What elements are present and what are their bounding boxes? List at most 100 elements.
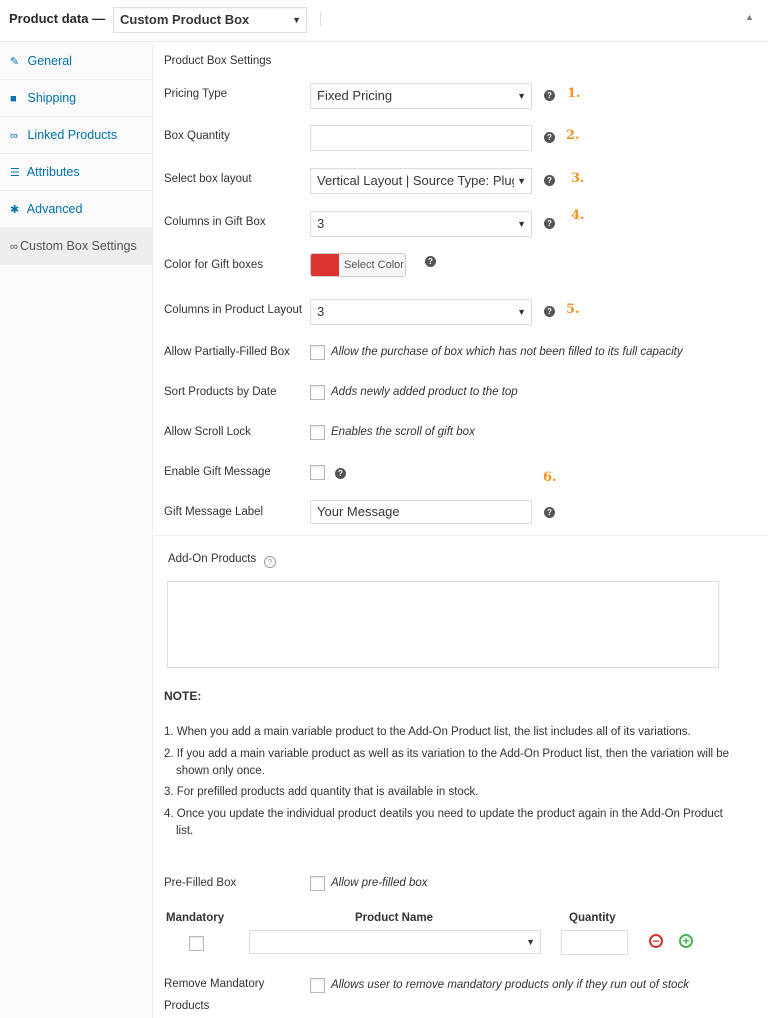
tab-label: General bbox=[27, 54, 72, 68]
product-columns-label: Columns in Product Layout bbox=[164, 304, 303, 316]
product-name-column-header: Product Name bbox=[355, 912, 433, 924]
add-row-icon[interactable]: + bbox=[679, 934, 693, 948]
box-layout-select[interactable]: Vertical Layout | Source Type: Plug ▼ bbox=[310, 168, 532, 194]
pricing-type-value: Fixed Pricing bbox=[317, 88, 393, 103]
quantity-input[interactable] bbox=[561, 930, 628, 955]
box-quantity-input[interactable] bbox=[310, 125, 532, 151]
product-columns-select[interactable]: 3 ▼ bbox=[310, 299, 532, 325]
help-icon[interactable]: ? bbox=[264, 556, 276, 568]
note-item: 2. If you add a main variable product as… bbox=[164, 748, 730, 760]
help-icon[interactable]: ? bbox=[335, 468, 346, 479]
color-swatch bbox=[311, 254, 339, 276]
divider bbox=[154, 535, 768, 536]
chevron-down-icon: ▼ bbox=[517, 219, 526, 229]
marker-4: 4. bbox=[571, 208, 585, 223]
select-color-button[interactable]: Select Color bbox=[310, 253, 406, 277]
chevron-down-icon: ▼ bbox=[517, 307, 526, 317]
product-columns-value: 3 bbox=[317, 304, 325, 319]
prefilled-label: Pre-Filled Box bbox=[164, 877, 237, 889]
marker-5: 5. bbox=[566, 302, 580, 317]
scroll-lock-checkbox[interactable] bbox=[310, 425, 325, 440]
link-icon: ∞ bbox=[10, 241, 18, 253]
tab-advanced[interactable]: ✱ Advanced bbox=[0, 191, 153, 228]
scroll-lock-label: Allow Scroll Lock bbox=[164, 426, 251, 438]
box-layout-value: Vertical Layout | Source Type: Plug bbox=[317, 173, 519, 188]
note-title: NOTE: bbox=[164, 689, 202, 703]
tab-shipping[interactable]: ■ Shipping bbox=[0, 80, 153, 117]
link-icon: ∞ bbox=[10, 130, 18, 142]
sort-date-checkbox[interactable] bbox=[310, 385, 325, 400]
gift-columns-label: Columns in Gift Box bbox=[164, 216, 266, 228]
gear-icon: ✱ bbox=[10, 204, 20, 216]
gift-message-label-label: Gift Message Label bbox=[164, 506, 264, 518]
gift-message-label: Enable Gift Message bbox=[164, 466, 271, 478]
product-data-title: Product data — bbox=[9, 11, 106, 26]
marker-3: 3. bbox=[571, 171, 585, 186]
note-item: 3. For prefilled products add quantity t… bbox=[164, 786, 479, 798]
wrench-icon: ✎ bbox=[10, 56, 20, 68]
tab-label: Shipping bbox=[27, 91, 77, 105]
remove-row-icon[interactable]: − bbox=[649, 934, 663, 948]
truck-icon: ■ bbox=[10, 93, 17, 105]
gift-message-checkbox[interactable] bbox=[310, 465, 325, 480]
product-type-select[interactable]: Custom Product Box ▼ bbox=[113, 7, 307, 33]
pricing-type-select[interactable]: Fixed Pricing ▼ bbox=[310, 83, 532, 109]
select-color-label: Select Color bbox=[344, 259, 404, 271]
quantity-column-header: Quantity bbox=[569, 912, 616, 924]
box-quantity-label: Box Quantity bbox=[164, 130, 230, 142]
prefilled-checkbox[interactable] bbox=[310, 876, 325, 891]
help-icon[interactable]: ? bbox=[544, 132, 555, 143]
tab-label: Advanced bbox=[26, 202, 83, 216]
divider bbox=[320, 12, 321, 26]
remove-mandatory-label: Remove Mandatory bbox=[164, 978, 265, 990]
marker-6: 6. bbox=[543, 470, 557, 485]
addons-textarea[interactable] bbox=[167, 581, 719, 668]
chevron-down-icon: ▼ bbox=[292, 15, 301, 25]
mandatory-checkbox[interactable] bbox=[189, 936, 204, 951]
scroll-lock-desc: Enables the scroll of gift box bbox=[331, 426, 475, 438]
help-icon[interactable]: ? bbox=[544, 175, 555, 186]
box-layout-label: Select box layout bbox=[164, 173, 252, 185]
partial-box-label: Allow Partially-Filled Box bbox=[164, 346, 290, 358]
collapse-toggle-icon[interactable]: ▲ bbox=[745, 12, 754, 22]
chevron-down-icon: ▼ bbox=[514, 169, 526, 193]
help-icon[interactable]: ? bbox=[425, 256, 436, 267]
help-icon[interactable]: ? bbox=[544, 218, 555, 229]
prefilled-desc: Allow pre-filled box bbox=[331, 877, 428, 889]
sort-date-desc: Adds newly added product to the top bbox=[331, 386, 518, 398]
marker-1: 1. bbox=[567, 86, 581, 101]
tab-custom-box-settings[interactable]: ∞ Custom Box Settings bbox=[0, 228, 153, 265]
product-data-header: Product data — Custom Product Box ▼ ▲ bbox=[0, 0, 768, 42]
help-icon[interactable]: ? bbox=[544, 90, 555, 101]
gift-columns-value: 3 bbox=[317, 216, 325, 231]
note-item: 4. Once you update the individual produc… bbox=[164, 808, 723, 820]
tab-linked-products[interactable]: ∞ Linked Products bbox=[0, 117, 153, 154]
pricing-type-label: Pricing Type bbox=[164, 88, 228, 100]
sort-date-label: Sort Products by Date bbox=[164, 386, 277, 398]
product-data-tabs: ✎ General ■ Shipping ∞ Linked Products ☰… bbox=[0, 43, 153, 1018]
mandatory-column-header: Mandatory bbox=[166, 912, 225, 924]
section-title: Product Box Settings bbox=[164, 55, 272, 67]
tab-label: Custom Box Settings bbox=[20, 239, 137, 253]
product-type-value: Custom Product Box bbox=[120, 12, 250, 27]
remove-mandatory-desc: Allows user to remove mandatory products… bbox=[331, 979, 689, 991]
partial-box-desc: Allow the purchase of box which has not … bbox=[331, 346, 683, 358]
addons-label: Add-On Products bbox=[168, 553, 257, 565]
product-name-select[interactable]: ▼ bbox=[249, 930, 541, 954]
chevron-down-icon: ▼ bbox=[526, 937, 535, 947]
gift-columns-select[interactable]: 3 ▼ bbox=[310, 211, 532, 237]
note-item: shown only once. bbox=[176, 765, 265, 777]
note-item: 1. When you add a main variable product … bbox=[164, 726, 691, 738]
help-icon[interactable]: ? bbox=[544, 507, 555, 518]
tab-general[interactable]: ✎ General bbox=[0, 43, 153, 80]
gift-color-label: Color for Gift boxes bbox=[164, 259, 264, 271]
tab-label: Attributes bbox=[26, 165, 80, 179]
tab-attributes[interactable]: ☰ Attributes bbox=[0, 154, 153, 191]
help-icon[interactable]: ? bbox=[544, 306, 555, 317]
marker-2: 2. bbox=[566, 128, 580, 143]
partial-box-checkbox[interactable] bbox=[310, 345, 325, 360]
gift-message-label-input[interactable]: Your Message bbox=[310, 500, 532, 524]
note-item: list. bbox=[176, 825, 194, 837]
remove-mandatory-label-line2: Products bbox=[164, 1000, 210, 1012]
remove-mandatory-checkbox[interactable] bbox=[310, 978, 325, 993]
